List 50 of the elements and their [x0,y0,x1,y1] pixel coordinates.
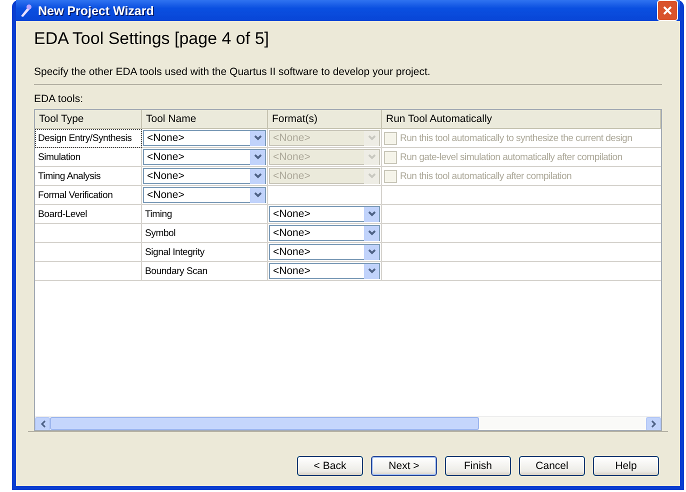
checkbox-label: Run gate-level simulation automatically after compilation [400,152,622,162]
column-header[interactable]: Tool Name [142,110,268,129]
table-cell: Design Entry/Synthesis [35,129,142,148]
caret-icon [368,135,376,141]
table-cell: Boundary Scan [142,262,268,281]
wizard-button[interactable]: < Back [297,456,363,476]
caret-icon [368,154,376,160]
page-title: EDA Tool Settings [page 4 of 5] [34,29,270,49]
dropdown[interactable]: <None> [269,263,380,279]
description-text: Specify the other EDA tools used with the Quartus II software to develop your project. [34,66,662,85]
table-cell: Formal Verification [35,186,142,205]
checkbox-label: Run this tool automatically to synthesize the current design [400,132,632,144]
caret-icon [254,173,262,179]
column-header[interactable]: Format(s) [268,110,382,129]
caret-icon [368,173,376,179]
caret-icon [368,230,376,236]
table-label: EDA tools: [34,93,84,105]
wizard-icon [19,4,33,18]
wizard-button[interactable]: Cancel [519,456,585,476]
dropdown[interactable]: <None> [269,225,380,241]
dropdown[interactable]: <None> [143,149,266,165]
close-icon [662,5,673,16]
table-cell: Timing [142,205,268,224]
wizard-button[interactable]: Help [593,456,659,476]
table-cell: Simulation [35,148,142,167]
checkbox-label: Run this tool automatically after compilation [400,170,572,182]
window-title: New Project Wizard [38,4,155,18]
table-cell: Symbol [142,224,268,243]
dropdown[interactable]: <None> [143,187,266,203]
table-cell: Timing Analysis [35,167,142,186]
scroll-right-icon [650,420,656,428]
column-header[interactable]: Run Tool Automatically [382,110,661,129]
wizard-button[interactable]: Finish [445,456,511,476]
close-button[interactable] [657,0,678,21]
caret-icon [254,135,262,141]
caret-icon [254,192,262,198]
horizontal-scrollbar[interactable] [35,416,661,430]
table-cell: Signal Integrity [142,243,268,262]
dropdown[interactable]: <None> [269,206,380,222]
dropdown[interactable]: <None> [143,130,266,146]
dropdown[interactable]: <None> [269,244,380,260]
caret-icon [368,268,376,274]
caret-icon [254,154,262,160]
table-cell: Board-Level [35,205,142,224]
wizard-button[interactable]: Next > [371,456,437,476]
dropdown[interactable]: <None> [143,168,266,184]
caret-icon [368,249,376,255]
scroll-left-icon [40,420,46,428]
caret-icon [368,211,376,217]
column-header[interactable]: Tool Type [35,110,142,129]
